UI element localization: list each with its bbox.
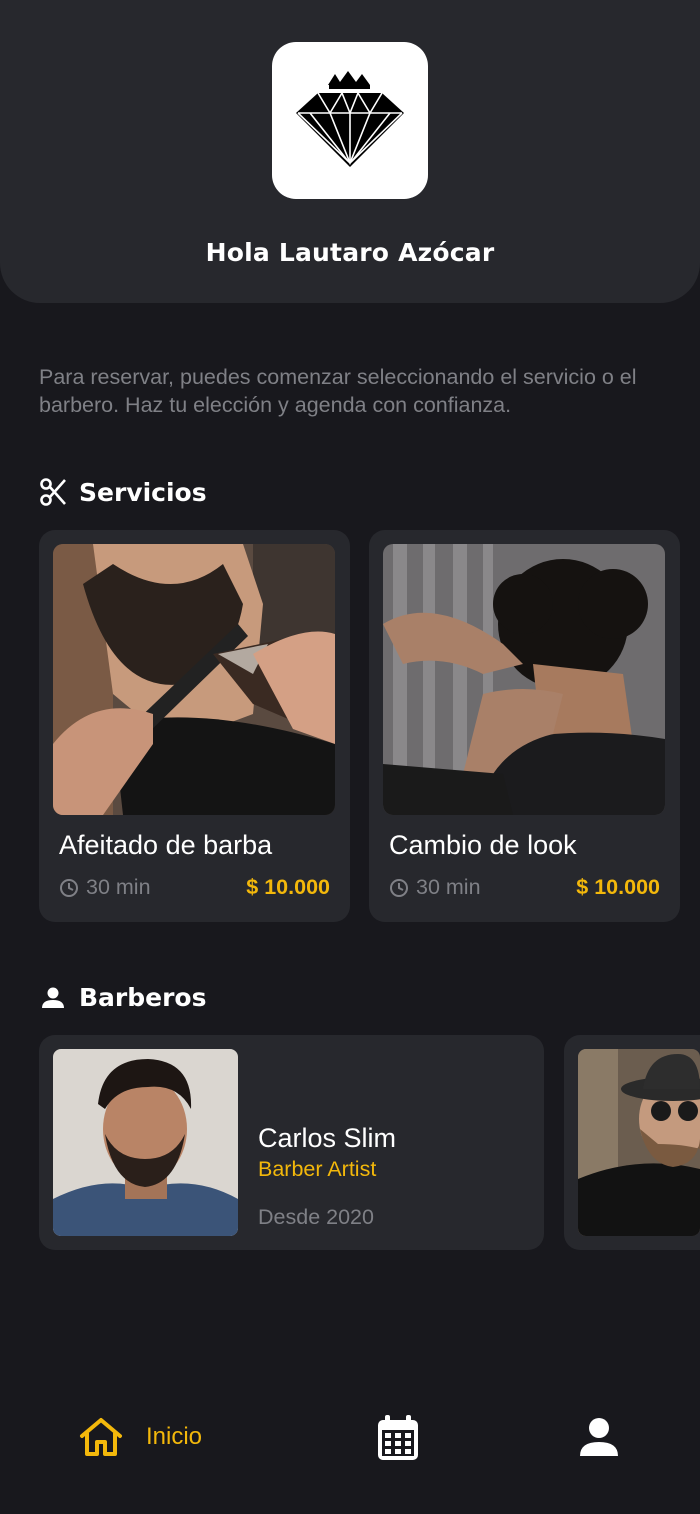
service-price: $ 10.000 [576, 875, 660, 899]
barber-portrait-partial [578, 1049, 700, 1236]
barber-portrait [53, 1049, 238, 1236]
service-card[interactable]: Afeitado de barba 30 min $ 10.000 [39, 530, 350, 922]
nav-item-calendar[interactable] [376, 1414, 420, 1462]
service-price: $ 10.000 [246, 875, 330, 899]
barbers-section-title: Barberos [39, 983, 207, 1012]
nav-item-profile[interactable] [579, 1416, 619, 1458]
service-duration: 30 min [59, 875, 151, 900]
service-card[interactable]: Cambio de look 30 min $ 10.000 [369, 530, 680, 922]
bottom-navigation: Inicio [0, 1380, 700, 1514]
diamond-crown-logo-icon [296, 70, 404, 167]
beard-shave-photo [53, 544, 335, 815]
barber-since: Desde 2020 [258, 1205, 374, 1229]
home-icon [80, 1418, 122, 1456]
barbers-title: Barberos [79, 983, 207, 1012]
barber-role: Barber Artist [258, 1157, 377, 1181]
service-name: Cambio de look [389, 830, 577, 860]
haircut-photo [383, 544, 665, 815]
service-duration: 30 min [389, 875, 481, 900]
nav-label-inicio: Inicio [146, 1423, 203, 1450]
app-logo [272, 42, 428, 199]
services-section-title: Servicios [39, 477, 207, 507]
duration-text: 30 min [416, 875, 481, 899]
barber-card[interactable]: Carlos Slim Barber Artist Desde 2020 [39, 1035, 544, 1250]
header: Hola Lautaro Azócar [0, 0, 700, 303]
person-icon [42, 987, 64, 1008]
greeting-text: Hola Lautaro Azócar [205, 238, 495, 267]
intro-text: Para reservar, puedes comenzar seleccion… [39, 365, 637, 417]
barber-card[interactable] [564, 1035, 700, 1250]
services-title: Servicios [79, 477, 207, 507]
nav-item-inicio[interactable]: Inicio [78, 1416, 202, 1458]
calendar-icon [378, 1415, 418, 1460]
clock-icon [390, 878, 408, 897]
scissors-icon [40, 478, 66, 506]
service-name: Afeitado de barba [59, 830, 273, 860]
clock-icon [60, 878, 78, 897]
profile-icon [580, 1418, 618, 1456]
duration-text: 30 min [86, 875, 151, 899]
barber-name: Carlos Slim [258, 1123, 397, 1153]
